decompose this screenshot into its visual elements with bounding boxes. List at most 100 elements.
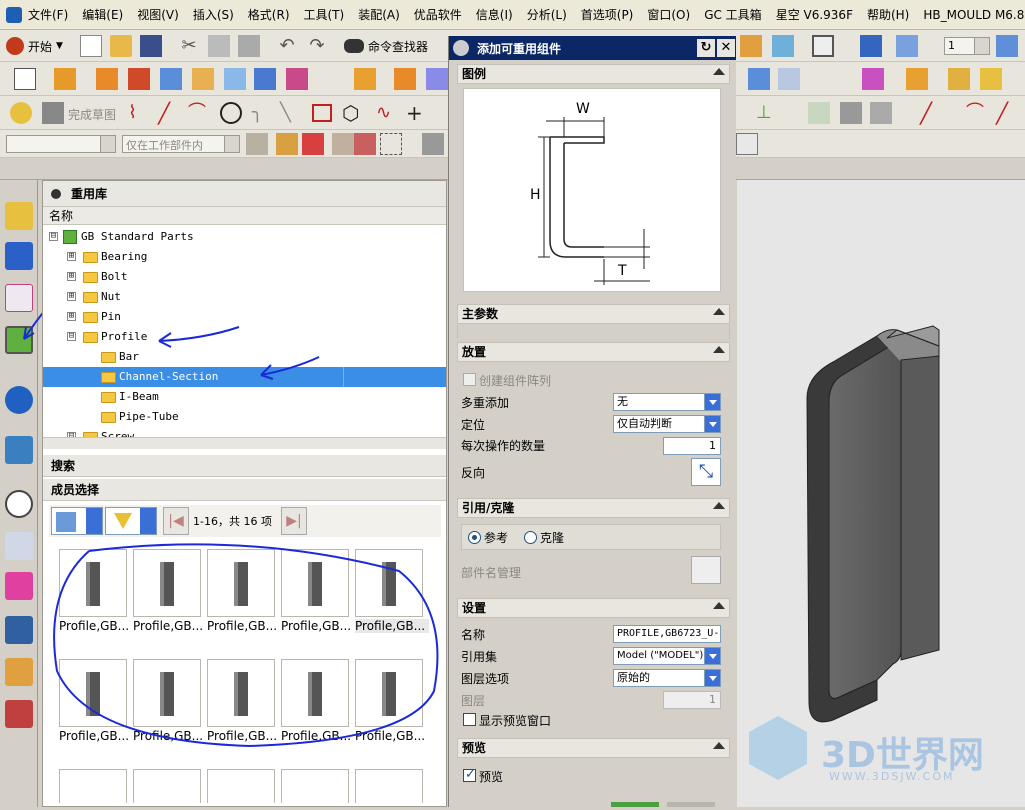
- dimension-icon[interactable]: [808, 102, 830, 124]
- gear-icon[interactable]: [51, 188, 61, 199]
- menu-insert[interactable]: 插入(S): [193, 6, 234, 23]
- finish-sketch-label[interactable]: 完成草图: [68, 106, 116, 123]
- create-array-checkbox[interactable]: [463, 373, 476, 386]
- part-name-mgmt-icon[interactable]: [691, 556, 721, 584]
- expand-icon[interactable]: ⊟: [49, 232, 58, 241]
- preview-section-header[interactable]: 预览: [457, 738, 730, 758]
- refset-select[interactable]: Model ("MODEL"): [613, 647, 721, 665]
- settings-section-header[interactable]: 设置: [457, 598, 730, 618]
- cylinder-icon[interactable]: [254, 68, 276, 90]
- sketch-plane-icon[interactable]: [14, 68, 36, 90]
- work-layer-combo[interactable]: 1: [944, 37, 990, 55]
- tree-item-pipe-tube[interactable]: Pipe-Tube: [43, 407, 446, 427]
- draft-icon[interactable]: [948, 68, 970, 90]
- view-mode-dropdown[interactable]: [51, 507, 103, 535]
- pocket-icon[interactable]: [224, 68, 246, 90]
- color-swatch-icon[interactable]: [812, 35, 834, 57]
- menu-info[interactable]: 信息(I): [476, 6, 513, 23]
- open-folder-icon[interactable]: [110, 35, 132, 57]
- member-thumb[interactable]: [281, 769, 349, 803]
- menu-help[interactable]: 帮助(H): [867, 6, 909, 23]
- next-page-button[interactable]: ▶|: [281, 507, 307, 535]
- orient-view-icon[interactable]: [860, 35, 882, 57]
- filter-dropdown[interactable]: [105, 507, 157, 535]
- snap-icon[interactable]: [276, 133, 298, 155]
- tree-item-i-beam[interactable]: I-Beam: [43, 387, 446, 407]
- circle-icon[interactable]: [220, 102, 242, 124]
- layer-option-select[interactable]: 原始的: [613, 669, 721, 687]
- trim-icon[interactable]: [840, 102, 862, 124]
- tree-column-header[interactable]: 名称: [43, 207, 446, 225]
- polygon-icon[interactable]: ⬡: [342, 102, 364, 124]
- finish-sketch-icon[interactable]: [42, 102, 64, 124]
- tree-item-bearing[interactable]: ⊞ Bearing: [43, 247, 446, 267]
- roles-icon[interactable]: [5, 658, 33, 686]
- constraint-navigator-icon[interactable]: [5, 242, 33, 270]
- rectangle-icon[interactable]: [312, 104, 332, 122]
- menu-gc-toolbox[interactable]: GC 工具箱: [704, 6, 762, 23]
- sketch-icon[interactable]: [10, 102, 32, 124]
- tree-hscrollbar[interactable]: [43, 437, 446, 449]
- chamfer-icon[interactable]: [778, 68, 800, 90]
- extrude-icon[interactable]: [54, 68, 76, 90]
- redo-icon[interactable]: ↷: [306, 35, 328, 57]
- member-thumb[interactable]: [59, 769, 127, 803]
- subtract-icon[interactable]: [426, 68, 448, 90]
- layer-input[interactable]: 1: [663, 691, 721, 709]
- selection-scope-combo[interactable]: 仅在工作部件内: [122, 135, 240, 153]
- manufacturing-wizard-icon[interactable]: [5, 616, 33, 644]
- cut-icon[interactable]: ✂: [178, 35, 200, 57]
- line-tool-icon[interactable]: ╱: [920, 102, 942, 124]
- position-select[interactable]: 仅自动判断: [613, 415, 721, 433]
- menu-view[interactable]: 视图(V): [137, 6, 179, 23]
- target-icon[interactable]: [354, 133, 376, 155]
- grid-icon[interactable]: [736, 133, 758, 155]
- member-thumb[interactable]: [355, 769, 423, 803]
- close-icon[interactable]: ✕: [717, 39, 735, 57]
- assembly-tool-icon[interactable]: [740, 35, 762, 57]
- tree-item-nut[interactable]: ⊞ Nut: [43, 287, 446, 307]
- process-studio-icon[interactable]: [5, 572, 33, 600]
- tree-item-gb-standard[interactable]: ⊟ GB Standard Parts: [43, 227, 446, 247]
- save-icon[interactable]: [140, 35, 162, 57]
- pattern-icon[interactable]: [354, 68, 376, 90]
- menu-hb-mould[interactable]: HB_MOULD M6.8: [923, 8, 1024, 22]
- arc-icon[interactable]: ⌒: [188, 102, 210, 124]
- spline-icon[interactable]: ∿: [376, 102, 398, 124]
- place-section-header[interactable]: 放置: [457, 342, 730, 362]
- view-triad-icon[interactable]: [896, 35, 918, 57]
- edge-blend-icon[interactable]: [748, 68, 770, 90]
- rectangle-select-icon[interactable]: [380, 133, 402, 155]
- preview-checkbox[interactable]: ✓: [463, 767, 476, 782]
- mirror-icon[interactable]: [980, 68, 1002, 90]
- undo-icon[interactable]: ↶: [276, 35, 298, 57]
- menu-youpin[interactable]: 优品软件: [414, 6, 462, 23]
- tree-item-bolt[interactable]: ⊞ Bolt: [43, 267, 446, 287]
- start-button[interactable]: 开始 ▼: [6, 35, 76, 57]
- reset-icon[interactable]: ↻: [697, 39, 715, 57]
- menu-file[interactable]: 文件(F): [28, 6, 68, 23]
- assembly-navigator-icon[interactable]: [5, 202, 33, 230]
- command-finder-button[interactable]: 命令查找器: [344, 35, 428, 57]
- new-file-icon[interactable]: [80, 35, 102, 57]
- tree-item-bar[interactable]: Bar: [43, 347, 446, 367]
- member-section-header[interactable]: 成员选择: [43, 479, 446, 501]
- menu-format[interactable]: 格式(R): [248, 6, 290, 23]
- tree-item-screw[interactable]: ⊟ Screw: [43, 427, 446, 437]
- hd3d-tools-icon[interactable]: [5, 386, 33, 414]
- copy-icon[interactable]: [208, 35, 230, 57]
- expand-icon[interactable]: ⊞: [67, 312, 76, 321]
- tree-item-channel-section[interactable]: Channel-Section: [43, 367, 446, 387]
- menu-analysis[interactable]: 分析(L): [527, 6, 567, 23]
- ok-button[interactable]: [611, 802, 659, 807]
- point-snap-icon[interactable]: [302, 133, 324, 155]
- member-thumb[interactable]: [133, 769, 201, 803]
- profile-icon[interactable]: ⌇: [128, 102, 150, 124]
- spline-tool-icon[interactable]: ╱: [996, 102, 1018, 124]
- tree-item-profile[interactable]: ⊟ Profile: [43, 327, 446, 347]
- expand-icon[interactable]: ⊞: [67, 252, 76, 261]
- system-scene-icon[interactable]: [5, 700, 33, 728]
- trim-body-icon[interactable]: [862, 68, 884, 90]
- arc-tool-icon[interactable]: ⌒: [966, 102, 988, 124]
- gear-icon[interactable]: [453, 40, 469, 56]
